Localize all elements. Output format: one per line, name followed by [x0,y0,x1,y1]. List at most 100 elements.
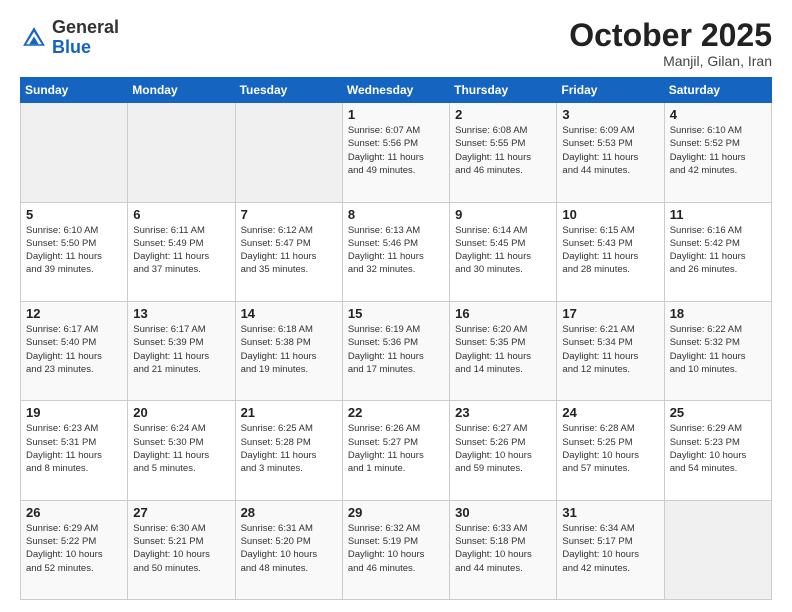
day-info: Sunrise: 6:32 AM Sunset: 5:19 PM Dayligh… [348,522,444,575]
day-info: Sunrise: 6:22 AM Sunset: 5:32 PM Dayligh… [670,323,766,376]
day-number: 25 [670,405,766,420]
weekday-header-friday: Friday [557,78,664,103]
day-number: 1 [348,107,444,122]
calendar-cell: 16 Sunrise: 6:20 AM Sunset: 5:35 PM Dayli… [450,301,557,400]
calendar-cell: 15 Sunrise: 6:19 AM Sunset: 5:36 PM Dayli… [342,301,449,400]
calendar-week-4: 19 Sunrise: 6:23 AM Sunset: 5:31 PM Dayli… [21,401,772,500]
day-info: Sunrise: 6:07 AM Sunset: 5:56 PM Dayligh… [348,124,444,177]
day-number: 16 [455,306,551,321]
month-title: October 2025 [569,18,772,53]
day-info: Sunrise: 6:26 AM Sunset: 5:27 PM Dayligh… [348,422,444,475]
day-number: 9 [455,207,551,222]
calendar-cell: 21Sunrise: 6:25 AM Sunset: 5:28 PM Dayli… [235,401,342,500]
day-number: 30 [455,505,551,520]
day-info: Sunrise: 6:10 AM Sunset: 5:50 PM Dayligh… [26,224,122,277]
day-number: 7 [241,207,337,222]
logo: General Blue [20,18,119,58]
day-info: Sunrise: 6:29 AM Sunset: 5:23 PM Dayligh… [670,422,766,475]
calendar-cell: 7 Sunrise: 6:12 AM Sunset: 5:47 PM Daylig… [235,202,342,301]
header: General Blue October 2025 Manjil, Gilan,… [20,18,772,69]
calendar-cell: 17 Sunrise: 6:21 AM Sunset: 5:34 PM Dayli… [557,301,664,400]
calendar-cell: 3Sunrise: 6:09 AM Sunset: 5:53 PM Daylig… [557,103,664,202]
calendar-cell: 14Sunrise: 6:18 AM Sunset: 5:38 PM Dayli… [235,301,342,400]
day-number: 18 [670,306,766,321]
calendar-cell: 19 Sunrise: 6:23 AM Sunset: 5:31 PM Dayli… [21,401,128,500]
weekday-header-tuesday: Tuesday [235,78,342,103]
calendar-cell: 30 Sunrise: 6:33 AM Sunset: 5:18 PM Dayli… [450,500,557,599]
day-number: 6 [133,207,229,222]
day-info: Sunrise: 6:13 AM Sunset: 5:46 PM Dayligh… [348,224,444,277]
day-number: 29 [348,505,444,520]
calendar-cell: 1 Sunrise: 6:07 AM Sunset: 5:56 PM Daylig… [342,103,449,202]
day-info: Sunrise: 6:24 AM Sunset: 5:30 PM Dayligh… [133,422,229,475]
weekday-header-sunday: Sunday [21,78,128,103]
day-number: 20 [133,405,229,420]
calendar-cell: 18 Sunrise: 6:22 AM Sunset: 5:32 PM Dayli… [664,301,771,400]
day-number: 24 [562,405,658,420]
calendar-cell: 6 Sunrise: 6:11 AM Sunset: 5:49 PM Daylig… [128,202,235,301]
calendar-cell: 4 Sunrise: 6:10 AM Sunset: 5:52 PM Daylig… [664,103,771,202]
day-info: Sunrise: 6:20 AM Sunset: 5:35 PM Dayligh… [455,323,551,376]
day-info: Sunrise: 6:11 AM Sunset: 5:49 PM Dayligh… [133,224,229,277]
day-number: 4 [670,107,766,122]
day-info: Sunrise: 6:15 AM Sunset: 5:43 PM Dayligh… [562,224,658,277]
day-number: 23 [455,405,551,420]
day-info: Sunrise: 6:21 AM Sunset: 5:34 PM Dayligh… [562,323,658,376]
weekday-header-row: SundayMondayTuesdayWednesdayThursdayFrid… [21,78,772,103]
day-number: 17 [562,306,658,321]
title-block: October 2025 Manjil, Gilan, Iran [569,18,772,69]
calendar-cell: 26 Sunrise: 6:29 AM Sunset: 5:22 PM Dayli… [21,500,128,599]
calendar-cell: 12Sunrise: 6:17 AM Sunset: 5:40 PM Dayli… [21,301,128,400]
calendar-cell: 11Sunrise: 6:16 AM Sunset: 5:42 PM Dayli… [664,202,771,301]
day-number: 11 [670,207,766,222]
calendar-week-3: 12Sunrise: 6:17 AM Sunset: 5:40 PM Dayli… [21,301,772,400]
logo-general: General [52,17,119,37]
weekday-header-monday: Monday [128,78,235,103]
day-info: Sunrise: 6:14 AM Sunset: 5:45 PM Dayligh… [455,224,551,277]
day-number: 13 [133,306,229,321]
day-info: Sunrise: 6:33 AM Sunset: 5:18 PM Dayligh… [455,522,551,575]
day-info: Sunrise: 6:30 AM Sunset: 5:21 PM Dayligh… [133,522,229,575]
day-number: 21 [241,405,337,420]
calendar-cell: 27Sunrise: 6:30 AM Sunset: 5:21 PM Dayli… [128,500,235,599]
weekday-header-thursday: Thursday [450,78,557,103]
calendar-cell [235,103,342,202]
calendar-cell: 24 Sunrise: 6:28 AM Sunset: 5:25 PM Dayli… [557,401,664,500]
day-info: Sunrise: 6:23 AM Sunset: 5:31 PM Dayligh… [26,422,122,475]
day-info: Sunrise: 6:19 AM Sunset: 5:36 PM Dayligh… [348,323,444,376]
day-number: 10 [562,207,658,222]
day-number: 19 [26,405,122,420]
day-info: Sunrise: 6:10 AM Sunset: 5:52 PM Dayligh… [670,124,766,177]
calendar-week-5: 26 Sunrise: 6:29 AM Sunset: 5:22 PM Dayli… [21,500,772,599]
calendar-table: SundayMondayTuesdayWednesdayThursdayFrid… [20,77,772,600]
day-info: Sunrise: 6:28 AM Sunset: 5:25 PM Dayligh… [562,422,658,475]
calendar-cell: 9 Sunrise: 6:14 AM Sunset: 5:45 PM Daylig… [450,202,557,301]
day-number: 22 [348,405,444,420]
day-info: Sunrise: 6:08 AM Sunset: 5:55 PM Dayligh… [455,124,551,177]
day-number: 26 [26,505,122,520]
weekday-header-wednesday: Wednesday [342,78,449,103]
day-number: 2 [455,107,551,122]
calendar-cell: 20 Sunrise: 6:24 AM Sunset: 5:30 PM Dayli… [128,401,235,500]
day-info: Sunrise: 6:09 AM Sunset: 5:53 PM Dayligh… [562,124,658,177]
calendar-cell: 25 Sunrise: 6:29 AM Sunset: 5:23 PM Dayli… [664,401,771,500]
day-number: 14 [241,306,337,321]
logo-icon [20,24,48,52]
day-info: Sunrise: 6:12 AM Sunset: 5:47 PM Dayligh… [241,224,337,277]
calendar-cell: 13 Sunrise: 6:17 AM Sunset: 5:39 PM Dayli… [128,301,235,400]
day-number: 28 [241,505,337,520]
day-number: 31 [562,505,658,520]
day-info: Sunrise: 6:17 AM Sunset: 5:40 PM Dayligh… [26,323,122,376]
calendar-cell: 10 Sunrise: 6:15 AM Sunset: 5:43 PM Dayli… [557,202,664,301]
location-subtitle: Manjil, Gilan, Iran [569,53,772,69]
calendar-cell: 29 Sunrise: 6:32 AM Sunset: 5:19 PM Dayli… [342,500,449,599]
logo-text: General Blue [52,18,119,58]
day-info: Sunrise: 6:29 AM Sunset: 5:22 PM Dayligh… [26,522,122,575]
calendar-week-1: 1 Sunrise: 6:07 AM Sunset: 5:56 PM Daylig… [21,103,772,202]
calendar-cell: 23 Sunrise: 6:27 AM Sunset: 5:26 PM Dayli… [450,401,557,500]
day-info: Sunrise: 6:27 AM Sunset: 5:26 PM Dayligh… [455,422,551,475]
day-number: 15 [348,306,444,321]
day-info: Sunrise: 6:17 AM Sunset: 5:39 PM Dayligh… [133,323,229,376]
logo-blue: Blue [52,37,91,57]
calendar-cell: 5Sunrise: 6:10 AM Sunset: 5:50 PM Daylig… [21,202,128,301]
